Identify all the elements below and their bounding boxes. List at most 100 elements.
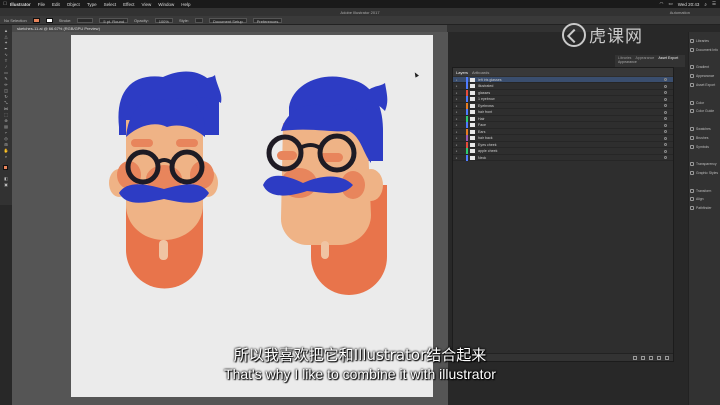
layer-row[interactable]: ● glasses bbox=[453, 89, 673, 96]
curvature-tool-icon[interactable]: ∿ bbox=[3, 53, 9, 57]
dock-item[interactable]: Brushes bbox=[690, 135, 720, 141]
layer-name[interactable]: illustrated bbox=[478, 84, 493, 88]
pen-tool-icon[interactable]: ✒ bbox=[3, 47, 9, 51]
tab-appearance[interactable]: Appearance bbox=[635, 56, 654, 60]
layer-name[interactable]: hair front bbox=[478, 110, 492, 114]
drawing-mode-icon[interactable]: ◧ bbox=[3, 177, 9, 181]
layer-row[interactable]: ● Eyes cheek bbox=[453, 141, 673, 148]
eye-icon[interactable]: ● bbox=[453, 156, 460, 160]
dock-item[interactable]: Align bbox=[690, 196, 720, 202]
eye-icon[interactable]: ● bbox=[453, 130, 460, 134]
layer-name[interactable]: apple cheek bbox=[478, 149, 497, 153]
battery-icon[interactable]: ▭ bbox=[668, 1, 672, 7]
dock-item[interactable]: Gradient bbox=[690, 64, 720, 70]
width-tool-icon[interactable]: ⋈ bbox=[3, 107, 9, 111]
menu-window[interactable]: Window bbox=[158, 2, 174, 7]
brush-dropdown[interactable]: 5 pt. Round bbox=[99, 17, 129, 24]
type-tool-icon[interactable]: T bbox=[3, 59, 9, 63]
search-icon[interactable]: ⌕ bbox=[704, 2, 707, 7]
scale-tool-icon[interactable]: ⤡ bbox=[3, 101, 9, 105]
style-dropdown[interactable] bbox=[194, 17, 203, 23]
layer-name[interactable]: left iris glasses bbox=[478, 78, 502, 82]
menu-list-icon[interactable]: ☰ bbox=[712, 1, 716, 7]
document-setup-button[interactable]: Document Setup bbox=[208, 17, 247, 24]
wifi-icon[interactable]: ◠ bbox=[660, 1, 664, 7]
eraser-tool-icon[interactable]: ◫ bbox=[3, 89, 9, 93]
menu-select[interactable]: Select bbox=[104, 2, 117, 7]
menu-file[interactable]: File bbox=[38, 2, 45, 7]
dock-item[interactable]: Libraries bbox=[690, 38, 720, 44]
eye-icon[interactable]: ● bbox=[453, 97, 460, 101]
dock-item[interactable]: Transparency bbox=[690, 161, 720, 167]
character-side[interactable] bbox=[263, 76, 388, 295]
target-icon[interactable] bbox=[664, 130, 667, 133]
layer-row[interactable]: ● Neck bbox=[453, 154, 673, 161]
eye-icon[interactable]: ● bbox=[453, 123, 460, 127]
fill-stroke-swatch-icon[interactable] bbox=[3, 165, 9, 172]
layer-name[interactable]: Face bbox=[478, 123, 486, 127]
tab-asset-export[interactable]: Asset Export bbox=[658, 56, 678, 60]
menu-edit[interactable]: Edit bbox=[52, 2, 60, 7]
dock-item[interactable]: Color Guide bbox=[690, 108, 720, 114]
target-icon[interactable] bbox=[664, 156, 667, 159]
menu-object[interactable]: Object bbox=[67, 2, 80, 7]
layer-name[interactable]: Ears bbox=[478, 130, 485, 134]
eye-icon[interactable]: ● bbox=[453, 149, 460, 153]
layer-row[interactable]: ● 1 eyebrow bbox=[453, 96, 673, 103]
layer-row[interactable]: ● Ears bbox=[453, 128, 673, 135]
target-icon[interactable] bbox=[664, 97, 667, 101]
magic-wand-icon[interactable]: ✦ bbox=[3, 41, 9, 45]
target-icon[interactable] bbox=[664, 143, 667, 146]
dock-item[interactable]: Color bbox=[690, 100, 720, 106]
screen-mode-icon[interactable]: ▣ bbox=[3, 183, 9, 187]
character-front[interactable] bbox=[109, 71, 222, 289]
artboard-tool-icon[interactable]: ⊞ bbox=[3, 143, 9, 147]
layer-row[interactable]: ● illustrated bbox=[453, 83, 673, 90]
opacity-field[interactable]: 100% bbox=[154, 17, 173, 24]
free-transform-tool-icon[interactable]: ⬚ bbox=[3, 113, 9, 117]
rotate-tool-icon[interactable]: ↻ bbox=[3, 95, 9, 99]
menu-view[interactable]: View bbox=[142, 2, 152, 7]
menu-effect[interactable]: Effect bbox=[123, 2, 134, 7]
line-tool-icon[interactable]: / bbox=[3, 65, 9, 69]
shape-builder-tool-icon[interactable]: ⊕ bbox=[3, 119, 9, 123]
dock-item[interactable]: Document Info bbox=[690, 47, 720, 53]
tab-artboards[interactable]: Artboards bbox=[472, 70, 489, 75]
layer-row[interactable]: ● Eyebrows bbox=[453, 102, 673, 109]
layer-row[interactable]: ● hair front bbox=[453, 109, 673, 116]
eye-icon[interactable]: ● bbox=[453, 117, 460, 121]
clock[interactable]: Wed 20:43 bbox=[678, 2, 700, 7]
target-icon[interactable] bbox=[664, 78, 667, 81]
menu-app[interactable]: Illustrator bbox=[10, 2, 31, 7]
eyedropper-tool-icon[interactable]: ⌐ bbox=[3, 131, 9, 135]
fill-swatch[interactable] bbox=[32, 17, 40, 23]
stroke-weight-field[interactable] bbox=[77, 17, 94, 23]
artwork-canvas[interactable] bbox=[71, 35, 433, 397]
eye-icon[interactable]: ● bbox=[453, 84, 460, 88]
document-tab[interactable]: sketches-11.ai @ 66.67% (RGB/GPU Preview… bbox=[12, 25, 447, 32]
target-icon[interactable] bbox=[664, 91, 667, 94]
dock-item[interactable]: Graphic Styles bbox=[690, 170, 720, 176]
layer-row[interactable]: ● hair back bbox=[453, 135, 673, 142]
eye-icon[interactable]: ● bbox=[453, 110, 460, 114]
layer-name[interactable]: glasses bbox=[478, 91, 490, 95]
target-icon[interactable] bbox=[664, 123, 667, 127]
stroke-swatch[interactable] bbox=[45, 17, 53, 23]
layer-name[interactable]: Eyes cheek bbox=[478, 143, 497, 147]
layer-name[interactable]: hair back bbox=[478, 136, 493, 140]
dock-item[interactable]: Swatches bbox=[690, 126, 720, 132]
workspace-switcher[interactable]: Automation bbox=[670, 10, 690, 15]
eye-icon[interactable]: ● bbox=[453, 78, 460, 82]
target-icon[interactable] bbox=[664, 136, 667, 140]
layer-name[interactable]: Hair bbox=[478, 117, 485, 121]
dock-item[interactable]: Pathfinder bbox=[690, 205, 720, 211]
hand-tool-icon[interactable]: ✋ bbox=[3, 149, 9, 153]
tab-layers[interactable]: Layers bbox=[456, 70, 468, 75]
selection-tool-icon[interactable]: ▲ bbox=[3, 29, 9, 33]
direct-selection-tool-icon[interactable]: △ bbox=[3, 35, 9, 39]
layer-name[interactable]: Neck bbox=[478, 156, 486, 160]
rectangle-tool-icon[interactable]: ▭ bbox=[3, 71, 9, 75]
layer-row[interactable]: ● Face bbox=[453, 122, 673, 129]
blend-tool-icon[interactable]: ◎ bbox=[3, 137, 9, 141]
dock-item[interactable]: Symbols bbox=[690, 144, 720, 150]
